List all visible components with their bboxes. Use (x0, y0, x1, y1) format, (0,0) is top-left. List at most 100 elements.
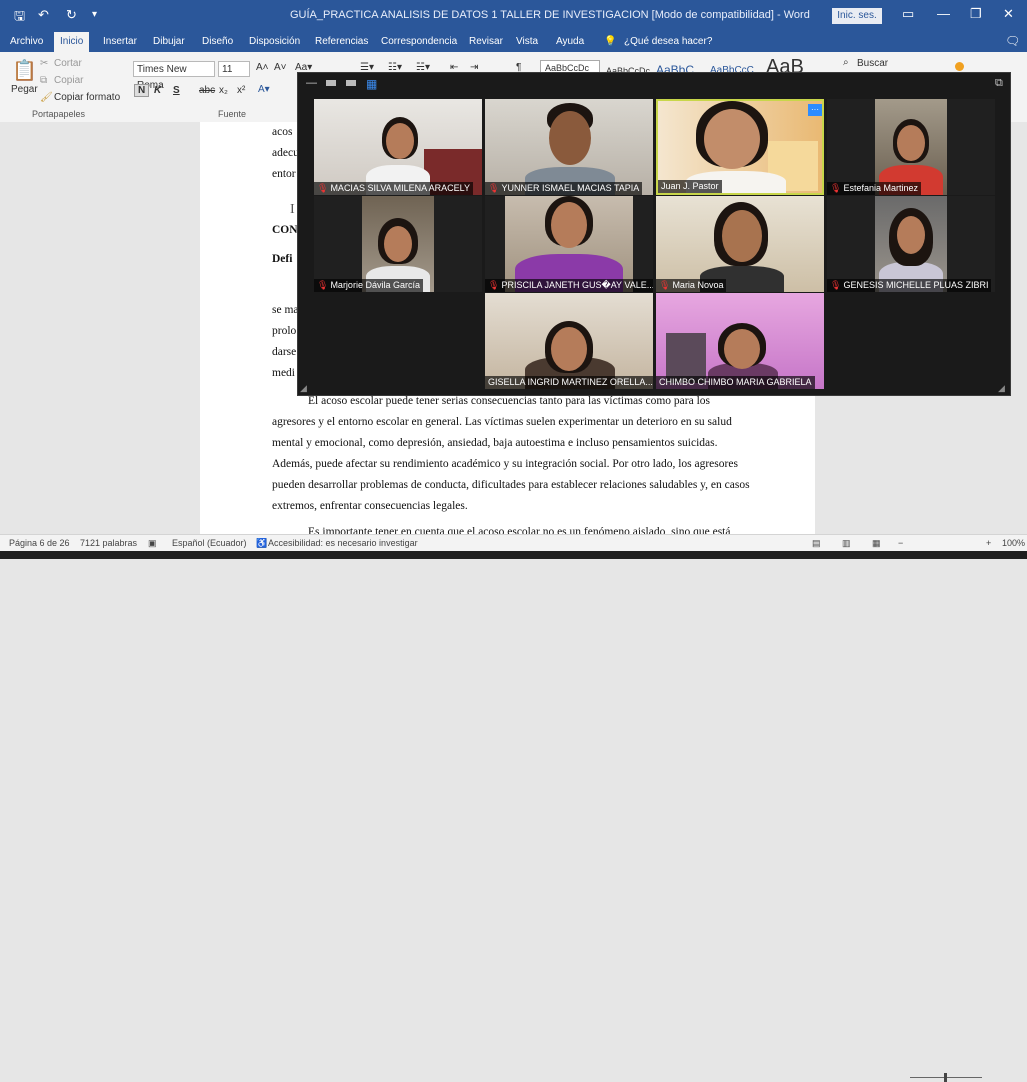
restore-icon[interactable]: ❐ (970, 6, 982, 22)
participant-name: 🎙 PRISCILA JANETH GUS�AY VALE... (485, 279, 653, 292)
redo-icon[interactable]: ↻ (66, 7, 77, 23)
find-button[interactable]: Buscar (857, 58, 888, 69)
title-bar: 🖫 ↶ ↻ ▾ GUÍA_PRACTICA ANALISIS DE DATOS … (0, 0, 1027, 32)
participant-tile[interactable]: 🎙 PRISCILA JANETH GUS�AY VALE... (485, 196, 653, 292)
lightbulb-icon: 💡 (604, 36, 617, 47)
doc-text-fragment: prolo (272, 325, 297, 337)
page-count[interactable]: Página 6 de 26 (9, 538, 70, 548)
participant-tile[interactable]: 🎙 MACIAS SILVA MILENA ARACELY (314, 99, 482, 195)
tell-me-input[interactable]: ¿Qué desea hacer? (624, 36, 712, 47)
participant-name: 🎙 Maria Novoa (656, 279, 727, 292)
paragraph-line: mental y emocional, como depresión, ansi… (272, 437, 718, 449)
meeting-toolbar: — ▦ ⧉ (298, 73, 1010, 97)
gallery-view-icon[interactable]: ▦ (366, 77, 377, 91)
copy-button[interactable]: Copiar (54, 75, 83, 86)
paste-button[interactable]: Pegar (11, 84, 38, 95)
accessibility-status[interactable]: Accesibilidad: es necesario investigar (268, 538, 418, 548)
bold-button[interactable]: N (134, 84, 150, 97)
close-icon[interactable]: ✕ (1003, 6, 1014, 22)
paste-icon[interactable]: 📋 (12, 58, 37, 83)
comments-icon[interactable]: 🗨 (1005, 34, 1020, 48)
window-title: GUÍA_PRACTICA ANALISIS DE DATOS 1 TALLER… (290, 9, 810, 21)
doc-text-fragment: entor (272, 168, 296, 180)
participant-tile[interactable]: CHIMBO CHIMBO MARIA GABRIELA (656, 293, 824, 389)
tab-referencias[interactable]: Referencias (315, 36, 368, 47)
word-count[interactable]: 7121 palabras (80, 538, 137, 548)
strip-view-icon[interactable] (346, 80, 356, 86)
doc-heading-fragment: CON (272, 224, 298, 236)
doc-text-fragment: medi (272, 367, 295, 379)
underline-button[interactable]: S (173, 85, 180, 96)
participant-tile-active[interactable]: ··· Juan J. Pastor (656, 99, 824, 195)
editor-icon[interactable] (955, 62, 964, 71)
participant-tile[interactable]: 🎙 YUNNER ISMAEL MACIAS TAPIA (485, 99, 653, 195)
paragraph-line: Además, puede afectar su rendimiento aca… (272, 458, 738, 470)
web-layout-icon[interactable]: ▦ (872, 538, 881, 549)
muted-mic-icon: 🎙 (317, 280, 329, 290)
grow-font-icon[interactable]: A˄ (256, 62, 269, 73)
undo-icon[interactable]: ↶ (38, 7, 49, 23)
muted-mic-icon: 🎙 (317, 183, 329, 193)
participant-name: GISELLA INGRID MARTINEZ ORELLA... (485, 376, 653, 389)
tab-disposicion[interactable]: Disposición (249, 36, 300, 47)
text-effects-icon[interactable]: A▾ (258, 84, 270, 95)
paragraph-line: extremos, enfrentar consecuencias legale… (272, 500, 468, 512)
minimize-icon[interactable]: — (306, 77, 317, 89)
tab-archivo[interactable]: Archivo (10, 36, 43, 47)
doc-text-fragment: I (290, 202, 295, 217)
resize-handle-icon[interactable]: ◢ (998, 383, 1005, 394)
format-painter-icon: 🖌 (40, 92, 53, 103)
tab-correspondencia[interactable]: Correspondencia (381, 36, 457, 47)
strikethrough-button[interactable]: abc (199, 85, 215, 96)
participant-tile[interactable]: 🎙 Marjorie Dávila García (314, 196, 482, 292)
minimize-icon[interactable]: — (937, 6, 950, 21)
exit-fullscreen-icon[interactable]: ⧉ (995, 77, 1003, 90)
participant-name: 🎙 YUNNER ISMAEL MACIAS TAPIA (485, 182, 643, 195)
focus-icon[interactable]: ▤ (812, 538, 821, 549)
participant-name: 🎙 Marjorie Dávila García (314, 279, 423, 292)
font-name-select[interactable]: Times New Roma (133, 61, 215, 91)
search-icon: ⌕ (843, 57, 849, 68)
tab-revisar[interactable]: Revisar (469, 36, 503, 47)
tab-inicio[interactable]: Inicio (54, 32, 90, 52)
font-group-label: Fuente (218, 109, 247, 119)
tab-diseno[interactable]: Diseño (202, 36, 233, 47)
more-options-icon[interactable]: ··· (808, 104, 822, 116)
print-layout-icon[interactable]: ▥ (842, 538, 851, 549)
zoom-slider-thumb[interactable] (944, 1073, 947, 1082)
resize-handle-icon[interactable]: ◢ (300, 383, 307, 394)
zoom-level[interactable]: 100% (1002, 538, 1025, 548)
speaker-view-icon[interactable] (326, 80, 336, 86)
italic-button[interactable]: K (154, 85, 161, 96)
zoom-in-icon[interactable]: + (986, 538, 991, 548)
tab-vista[interactable]: Vista (516, 36, 538, 47)
superscript-button[interactable]: x² (237, 85, 245, 96)
ribbon-options-icon[interactable]: ▭ (902, 6, 914, 22)
participant-name: CHIMBO CHIMBO MARIA GABRIELA (656, 376, 815, 389)
doc-text-fragment: acos (272, 126, 293, 138)
participant-tile[interactable]: 🎙 Estefania Martinez (827, 99, 995, 195)
tab-insertar[interactable]: Insertar (103, 36, 137, 47)
cut-button[interactable]: Cortar (54, 58, 82, 69)
video-meeting-window[interactable]: — ▦ ⧉ 🎙 MACIAS SILVA MILENA ARACELY 🎙 YUNN… (297, 72, 1011, 396)
shrink-font-icon[interactable]: A˅ (274, 62, 287, 73)
zoom-out-icon[interactable]: − (898, 538, 903, 548)
language-label[interactable]: Español (Ecuador) (172, 538, 247, 548)
tab-ayuda[interactable]: Ayuda (556, 36, 584, 47)
customize-icon[interactable]: ▾ (92, 9, 97, 20)
participant-tile[interactable]: 🎙 GENESIS MICHELLE PLUAS ZIBRI (827, 196, 995, 292)
format-painter-button[interactable]: Copiar formato (54, 92, 120, 103)
font-size-select[interactable]: 11 (218, 61, 250, 77)
save-icon[interactable]: 🖫 (14, 7, 25, 29)
doc-text-fragment: adecu (272, 147, 299, 159)
doc-text-fragment: se ma (272, 304, 299, 316)
proofing-icon[interactable]: ▣ (148, 538, 157, 549)
participant-tile[interactable]: GISELLA INGRID MARTINEZ ORELLA... (485, 293, 653, 389)
cut-icon: ✂ (40, 58, 49, 69)
muted-mic-icon: 🎙 (830, 280, 842, 290)
muted-mic-icon: 🎙 (488, 183, 500, 193)
subscript-button[interactable]: x₂ (219, 85, 228, 96)
participant-tile[interactable]: 🎙 Maria Novoa (656, 196, 824, 292)
sign-in-button[interactable]: Inic. ses. (832, 8, 882, 24)
tab-dibujar[interactable]: Dibujar (153, 36, 185, 47)
